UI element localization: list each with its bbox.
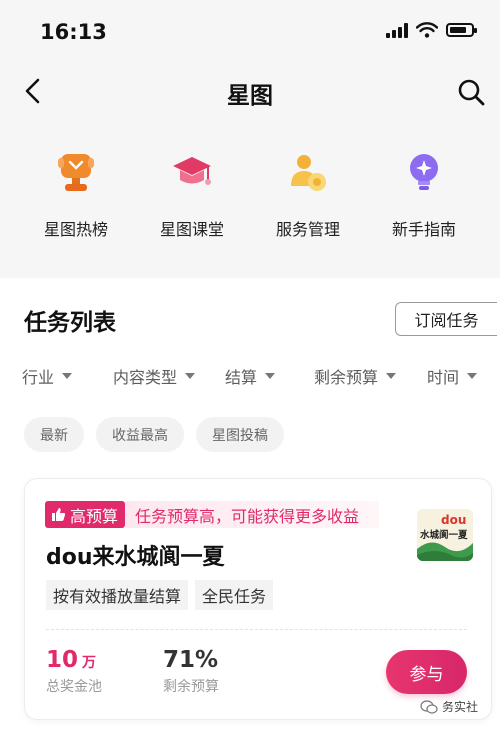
chip-highest-earnings[interactable]: 收益最高: [96, 417, 184, 452]
subscribe-tasks-button[interactable]: 订阅任务: [395, 302, 497, 336]
prize-label: 总奖金池: [46, 679, 102, 695]
chevron-down-icon: [467, 373, 478, 379]
quick-link-label: 星图热榜: [43, 220, 108, 239]
filter-label: 内容类型: [113, 368, 178, 387]
filter-label: 行业: [22, 368, 55, 387]
page-title: 星图: [227, 83, 273, 109]
filter-label: 剩余预算: [314, 368, 379, 387]
section-title: 任务列表: [24, 310, 116, 336]
task-tag: 按有效播放量结算: [46, 580, 189, 610]
filter-label: 时间: [427, 368, 460, 387]
search-icon[interactable]: [454, 75, 488, 109]
trophy-icon: [58, 154, 94, 191]
chip-xingtu-submission[interactable]: 星图投稿: [196, 417, 284, 452]
quick-link-service-management[interactable]: 服务管理: [253, 150, 363, 240]
chevron-down-icon: [62, 373, 73, 379]
chip-latest[interactable]: 最新: [24, 417, 84, 452]
quick-links: 星图热榜 星图课堂 服务管理 新手指南: [0, 150, 500, 240]
high-budget-badge: 高预算: [45, 501, 126, 528]
filter-content-type[interactable]: 内容类型: [113, 364, 196, 388]
budget-value: 71%: [163, 647, 219, 673]
status-icons: [386, 22, 477, 38]
battery-icon: [446, 23, 477, 37]
task-thumbnail: dou 水城阆一夏: [417, 509, 473, 561]
watermark-text: 务实社: [442, 700, 479, 714]
chevron-down-icon: [265, 373, 276, 379]
filter-time[interactable]: 时间: [427, 364, 478, 388]
prize-pool-stat: 10 万 总奖金池: [46, 647, 102, 696]
filter-industry[interactable]: 行业: [22, 364, 73, 388]
join-button[interactable]: 参与: [386, 650, 467, 694]
chevron-down-icon: [185, 373, 196, 379]
high-budget-tag: 高预算 任务预算高，可能获得更多收益: [45, 501, 380, 528]
task-card[interactable]: 高预算 任务预算高，可能获得更多收益 dou来水城阆一夏 dou 水城阆一夏 按…: [25, 479, 491, 719]
remaining-budget-stat: 71% 剩余预算: [163, 647, 219, 696]
filter-remaining-budget[interactable]: 剩余预算: [314, 364, 397, 388]
watermark: 务实社: [420, 698, 478, 715]
quick-link-label: 新手指南: [391, 220, 456, 239]
task-tag: 全民任务: [195, 580, 274, 610]
task-title[interactable]: dou来水城阆一夏: [46, 539, 225, 571]
wechat-icon: [420, 699, 438, 714]
status-bar: 16:13: [0, 0, 500, 62]
quick-link-label: 服务管理: [275, 220, 340, 239]
quick-link-label: 星图课堂: [159, 220, 224, 239]
filter-bar: 行业 内容类型 结算 剩余预算 时间: [22, 364, 500, 388]
thumbnail-subtitle: 水城阆一夏: [420, 529, 468, 541]
chevron-down-icon: [386, 373, 397, 379]
quick-link-hot-list[interactable]: 星图热榜: [21, 150, 131, 240]
sort-chips: 最新 收益最高 星图投稿: [24, 417, 284, 452]
prize-unit: 万: [82, 655, 97, 671]
wifi-icon: [416, 22, 438, 38]
prize-value: 10: [46, 647, 79, 673]
task-tags: 按有效播放量结算 全民任务: [46, 580, 274, 610]
card-divider: [46, 629, 467, 630]
badge-description: 任务预算高，可能获得更多收益: [125, 501, 380, 528]
quick-link-classroom[interactable]: 星图课堂: [137, 150, 247, 240]
header-area: 16:13 星图 星图热榜 星图课堂 服务管理 新手指南: [0, 0, 500, 278]
graduation-cap-icon: [173, 157, 211, 185]
badge-label: 高预算: [70, 506, 119, 526]
thumbnail-title: dou: [441, 513, 466, 527]
filter-label: 结算: [225, 368, 258, 387]
status-time: 16:13: [40, 20, 107, 44]
lightbulb-icon: [410, 154, 438, 190]
thumbs-up-icon: [52, 508, 66, 521]
filter-settlement[interactable]: 结算: [225, 364, 276, 388]
service-people-icon: [291, 155, 326, 191]
quick-link-beginner-guide[interactable]: 新手指南: [369, 150, 479, 240]
budget-label: 剩余预算: [163, 679, 219, 695]
nav-bar: 星图: [0, 62, 500, 120]
signal-icon: [386, 22, 408, 38]
